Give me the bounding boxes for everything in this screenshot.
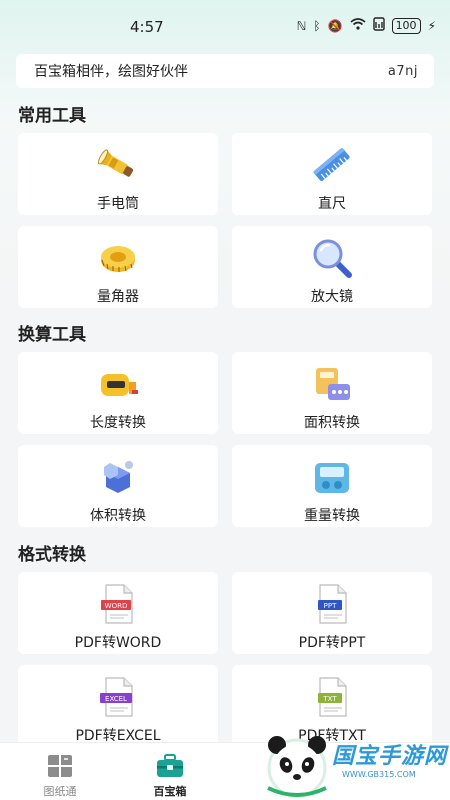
tool-label: 长度转换 — [90, 415, 146, 431]
tool-label: 面积转换 — [304, 415, 360, 431]
device-code: a7nj — [387, 63, 418, 79]
panda-logo-icon — [267, 736, 327, 798]
tool-area-convert[interactable]: 面积转换 — [232, 352, 432, 434]
tape-measure-icon — [96, 236, 140, 280]
watermark: 国宝手游网 WWW.GB315.COM — [262, 730, 450, 800]
status-icons: ℕ ᛒ 🔕 100 ⚡ — [297, 17, 436, 34]
nfc-icon: ℕ — [296, 18, 307, 33]
tape-box-icon — [96, 362, 140, 406]
section-title-format: 格式转换 — [18, 545, 86, 565]
tool-pdf-to-ppt[interactable]: PPT PDF转PPT — [232, 572, 432, 654]
banner-text: 百宝箱相伴，绘图好伙伴 — [34, 64, 188, 80]
watermark-text: 国宝手游网 — [332, 744, 448, 769]
tool-label: 放大镜 — [311, 289, 353, 305]
sim-icon — [372, 17, 385, 34]
blueprint-icon — [48, 755, 72, 777]
word-file-icon: WORD — [96, 582, 140, 626]
tool-flashlight[interactable]: 手电筒 — [18, 133, 218, 215]
section-title-convert: 换算工具 — [18, 325, 86, 345]
status-time: 4:57 — [130, 18, 164, 36]
tool-pdf-to-excel[interactable]: EXCEL PDF转EXCEL — [18, 665, 218, 747]
tool-label: 直尺 — [318, 196, 346, 212]
wifi-icon — [350, 18, 366, 33]
tool-label: PDF转WORD — [74, 635, 162, 651]
tool-weight-convert[interactable]: 重量转换 — [232, 445, 432, 527]
tab-toolbox[interactable]: 百宝箱 — [110, 743, 230, 800]
file-badge-word: WORD — [105, 602, 128, 610]
tool-magnifier[interactable]: 放大镜 — [232, 226, 432, 308]
charging-icon: ⚡ — [427, 18, 436, 33]
slogan-banner: 百宝箱相伴，绘图好伙伴 a7nj — [16, 54, 434, 88]
tool-protractor[interactable]: 量角器 — [18, 226, 218, 308]
scale-icon — [310, 455, 354, 499]
flashlight-icon — [96, 143, 140, 187]
tool-pdf-to-word[interactable]: WORD PDF转WORD — [18, 572, 218, 654]
ppt-file-icon: PPT — [310, 582, 354, 626]
excel-file-icon: EXCEL — [96, 675, 140, 719]
tool-label: 重量转换 — [304, 508, 360, 524]
cubes-icon — [96, 455, 140, 499]
bluetooth-icon: ᛒ — [313, 18, 321, 33]
toolbox-icon — [157, 754, 183, 777]
file-badge-txt: TXT — [322, 695, 337, 703]
battery-indicator: 100 — [391, 17, 421, 34]
watermark-url: WWW.GB315.COM — [342, 770, 416, 779]
magnifier-icon — [310, 236, 354, 280]
tool-volume-convert[interactable]: 体积转换 — [18, 445, 218, 527]
tool-label: 手电筒 — [97, 196, 139, 212]
tool-label: PDF转PPT — [298, 635, 366, 651]
status-bar: 4:57 ℕ ᛒ 🔕 100 ⚡ — [0, 0, 450, 52]
tool-length-convert[interactable]: 长度转换 — [18, 352, 218, 434]
ruler-icon — [310, 143, 354, 187]
file-badge-excel: EXCEL — [105, 695, 127, 703]
tab-label-toolbox: 百宝箱 — [153, 785, 187, 798]
calculator-icon — [310, 362, 354, 406]
mute-icon: 🔕 — [327, 18, 343, 33]
tool-label: 量角器 — [97, 289, 139, 305]
tool-ruler[interactable]: 直尺 — [232, 133, 432, 215]
tab-label-drawings: 图纸通 — [43, 785, 77, 798]
tab-drawings[interactable]: 图纸通 — [0, 743, 120, 800]
tool-label: 体积转换 — [90, 508, 146, 524]
section-title-common: 常用工具 — [18, 106, 86, 126]
file-badge-ppt: PPT — [324, 602, 337, 610]
txt-file-icon: TXT — [310, 675, 354, 719]
